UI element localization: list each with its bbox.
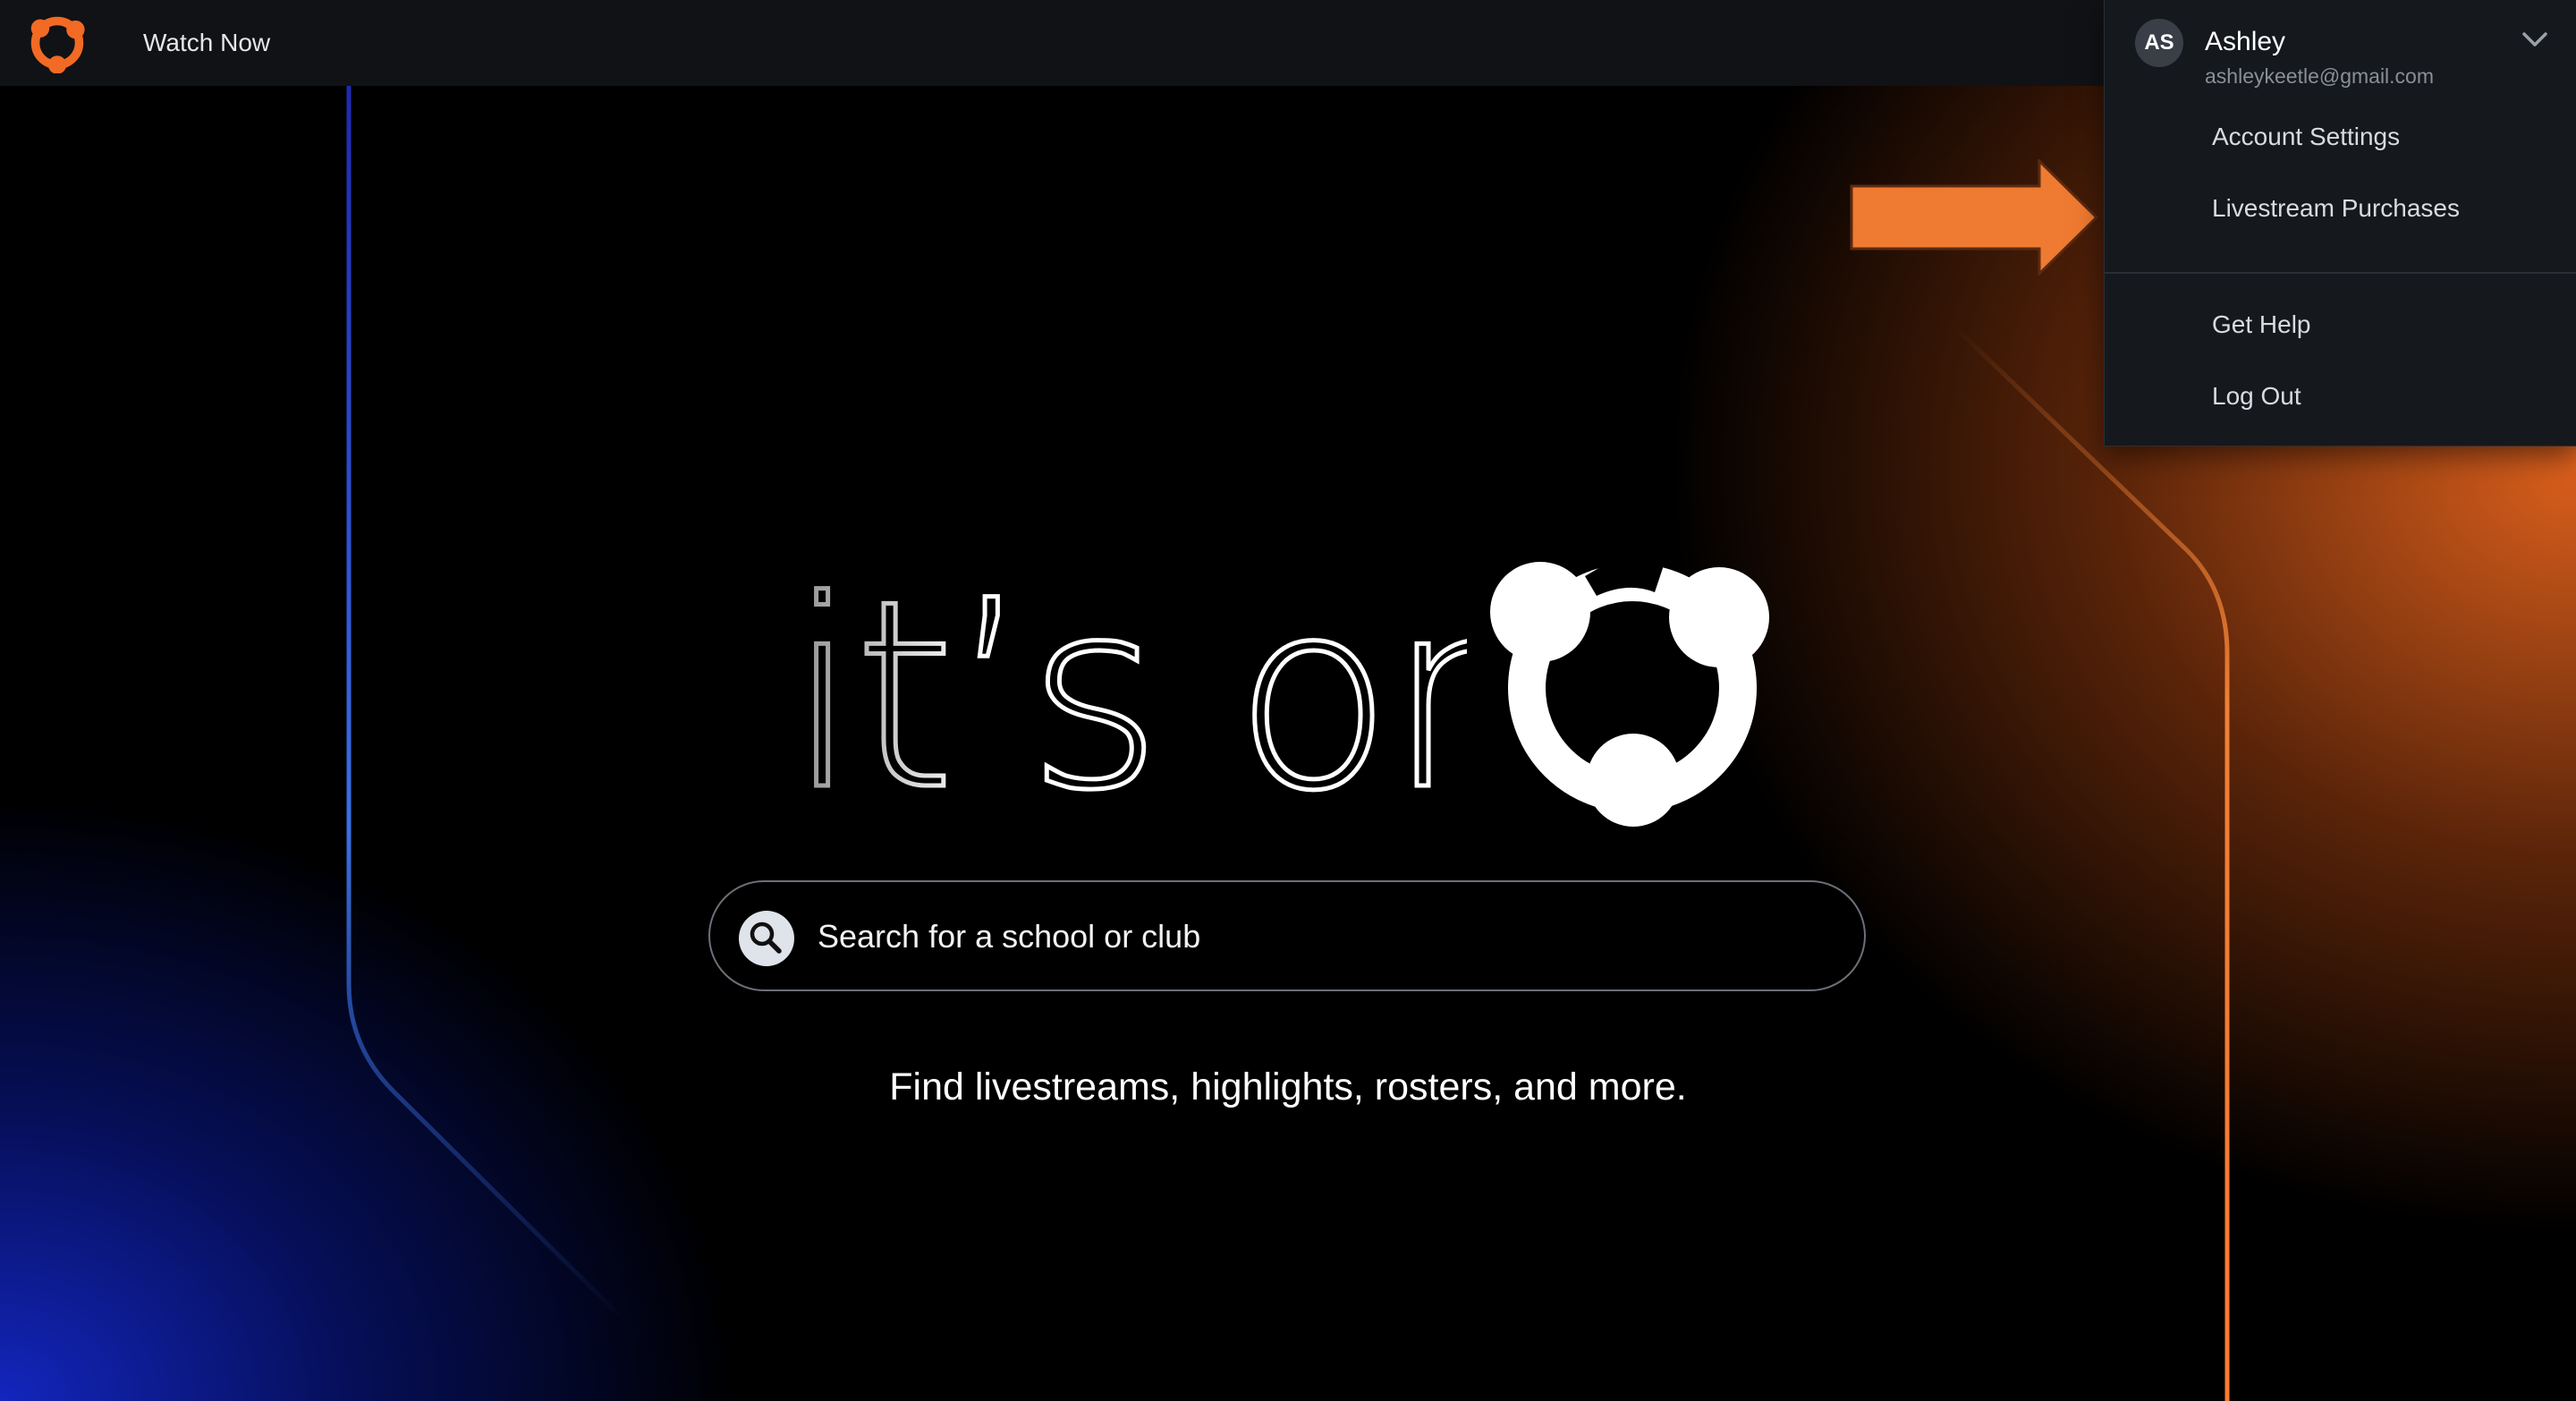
menu-item-log-out[interactable]: Log Out: [2212, 381, 2301, 412]
blue-accent-line: [346, 86, 628, 1324]
watch-now-link[interactable]: Watch Now: [143, 27, 270, 59]
hero-wordmark-text: it’s on: [787, 573, 1467, 805]
avatar: AS: [2135, 19, 2183, 67]
menu-item-livestream-purchases[interactable]: Livestream Purchases: [2212, 193, 2460, 224]
hero-wordmark: it’s on: [787, 573, 1467, 805]
menu-item-get-help[interactable]: Get Help: [2212, 310, 2311, 340]
menu-divider: [2105, 272, 2576, 274]
hudl-mark-icon: [1490, 556, 1769, 827]
chevron-down-icon[interactable]: [2521, 30, 2548, 48]
hudl-logo-icon[interactable]: [27, 13, 88, 73]
hero-subtitle: Find livestreams, highlights, rosters, a…: [889, 1066, 1687, 1108]
menu-item-account-settings[interactable]: Account Settings: [2212, 122, 2400, 152]
school-search-bar[interactable]: [708, 880, 1866, 991]
search-icon[interactable]: [739, 911, 794, 966]
account-header[interactable]: AS Ashley ashleykeetle@gmail.com: [2105, 0, 2576, 93]
orange-accent-line: [1953, 325, 2230, 1401]
arrow-right-icon: [1850, 159, 2099, 276]
account-dropdown-menu: AS Ashley ashleykeetle@gmail.com Account…: [2104, 0, 2576, 446]
user-name: Ashley: [2205, 27, 2286, 56]
page: Watch Now it’s on Find livestreams, high…: [0, 0, 2576, 1401]
search-input[interactable]: [818, 909, 1801, 964]
user-email: ashleykeetle@gmail.com: [2205, 64, 2435, 88]
